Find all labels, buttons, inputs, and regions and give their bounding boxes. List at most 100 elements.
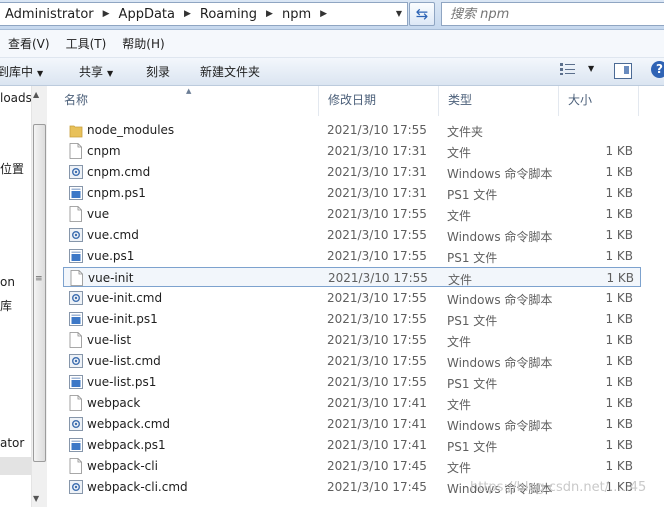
chevron-down-icon: ▼ <box>107 69 114 78</box>
change-view-button[interactable]: ▼ <box>560 62 594 75</box>
breadcrumb-item[interactable]: AppData <box>113 7 181 22</box>
column-date[interactable]: 修改日期 <box>319 86 439 116</box>
file-name: node_modules <box>87 123 175 137</box>
share-button[interactable]: 共享 ▼ <box>79 63 113 80</box>
address-history-dropdown[interactable]: ▼ <box>392 3 406 23</box>
search-box[interactable] <box>441 2 664 26</box>
file-icon <box>69 206 82 222</box>
nav-item[interactable]: 位置 <box>0 160 24 177</box>
file-row[interactable]: vue.ps1 2021/3/10 17:55 PS1 文件 1 KB <box>63 246 641 266</box>
chevron-right-icon[interactable]: ▶ <box>263 9 276 19</box>
ps1-file-icon <box>69 248 83 264</box>
file-name: vue.cmd <box>87 228 139 242</box>
ps1-file-icon <box>69 437 83 453</box>
file-type: 文件 <box>447 146 472 160</box>
cmd-script-icon <box>69 290 83 306</box>
file-size: 1 KB <box>605 333 633 347</box>
file-size: 1 KB <box>605 186 633 200</box>
file-date: 2021/3/10 17:55 <box>327 375 427 389</box>
watermark: https://blog.csdn.net/.....45 <box>470 480 647 495</box>
file-type: 文件夹 <box>447 125 484 139</box>
chevron-down-icon: ▼ <box>588 64 595 73</box>
file-row[interactable]: cnpm.ps1 2021/3/10 17:31 PS1 文件 1 KB <box>63 183 641 203</box>
chevron-right-icon[interactable]: ▶ <box>100 9 113 19</box>
breadcrumb[interactable]: Administrator ▶ AppData ▶ Roaming ▶ npm … <box>0 2 408 26</box>
chevron-down-icon: ▼ <box>37 69 44 78</box>
new-folder-button[interactable]: 新建文件夹 <box>200 63 260 80</box>
nav-item[interactable]: loads <box>0 91 31 105</box>
refresh-button[interactable]: ⇆ <box>409 2 435 26</box>
breadcrumb-item[interactable]: Administrator <box>0 7 100 22</box>
menu-tools[interactable]: 工具(T) <box>58 35 115 52</box>
file-type: 文件 <box>447 398 472 412</box>
file-date: 2021/3/10 17:55 <box>327 207 427 221</box>
file-row[interactable]: vue-init.cmd 2021/3/10 17:55 Windows 命令脚本 1… <box>63 288 641 308</box>
file-name: cnpm <box>87 144 121 158</box>
file-date: 2021/3/10 17:55 <box>327 228 427 242</box>
file-row[interactable]: vue-init 2021/3/10 17:55 文件 1 KB <box>63 267 641 287</box>
file-type: 文件 <box>447 209 472 223</box>
file-type: Windows 命令脚本 <box>447 230 553 244</box>
share-label: 共享 <box>79 65 104 79</box>
file-size: 1 KB <box>606 271 634 285</box>
nav-item[interactable]: ator <box>0 436 24 450</box>
scroll-up-icon[interactable]: ▲ <box>33 90 39 99</box>
menu-help[interactable]: 帮助(H) <box>114 35 172 52</box>
file-type: PS1 文件 <box>447 314 498 328</box>
file-size: 1 KB <box>605 417 633 431</box>
breadcrumb-item[interactable]: Roaming <box>194 7 263 22</box>
file-date: 2021/3/10 17:45 <box>327 480 427 494</box>
file-row[interactable]: vue-list 2021/3/10 17:55 文件 1 KB <box>63 330 641 350</box>
file-row[interactable]: webpack 2021/3/10 17:41 文件 1 KB <box>63 393 641 413</box>
file-row[interactable]: node_modules 2021/3/10 17:55 文件夹 <box>63 120 641 140</box>
file-row[interactable]: vue.cmd 2021/3/10 17:55 Windows 命令脚本 1 KB <box>63 225 641 245</box>
help-icon[interactable]: ? <box>651 61 664 78</box>
file-size: 1 KB <box>605 438 633 452</box>
cmd-script-icon <box>69 416 83 432</box>
file-row[interactable]: webpack-cli 2021/3/10 17:45 文件 1 KB <box>63 456 641 476</box>
file-name: vue.ps1 <box>87 249 135 263</box>
file-name: vue <box>87 207 110 221</box>
nav-item[interactable]: on <box>0 275 15 289</box>
column-size[interactable]: 大小 <box>559 86 639 116</box>
nav-item-highlight <box>0 457 31 475</box>
include-in-library-label: 到库中 <box>0 65 34 79</box>
grip-icon: ≡ <box>35 274 43 284</box>
file-row[interactable]: webpack.cmd 2021/3/10 17:41 Windows 命令脚本 1 … <box>63 414 641 434</box>
ps1-file-icon <box>69 311 83 327</box>
file-date: 2021/3/10 17:45 <box>327 459 427 473</box>
file-name: cnpm.cmd <box>87 165 151 179</box>
search-input[interactable] <box>442 5 632 23</box>
nav-item[interactable]: 库 <box>0 297 12 314</box>
file-row[interactable]: webpack.ps1 2021/3/10 17:41 PS1 文件 1 KB <box>63 435 641 455</box>
file-date: 2021/3/10 17:31 <box>327 144 427 158</box>
include-in-library-button[interactable]: 到库中 ▼ <box>0 63 43 80</box>
file-size: 1 KB <box>605 165 633 179</box>
file-type: Windows 命令脚本 <box>447 167 553 181</box>
file-size: 1 KB <box>605 144 633 158</box>
file-size: 1 KB <box>605 354 633 368</box>
file-row[interactable]: cnpm.cmd 2021/3/10 17:31 Windows 命令脚本 1 KB <box>63 162 641 182</box>
file-type: 文件 <box>448 273 473 287</box>
file-name: webpack <box>87 396 141 410</box>
menu-view[interactable]: 查看(V) <box>0 35 58 52</box>
breadcrumb-item[interactable]: npm <box>276 7 317 22</box>
file-name: vue-init.ps1 <box>87 312 158 326</box>
file-name: webpack.ps1 <box>87 438 166 452</box>
file-name: cnpm.ps1 <box>87 186 146 200</box>
burn-button[interactable]: 刻录 <box>146 63 170 80</box>
scrollbar-thumb[interactable] <box>33 124 46 462</box>
chevron-right-icon[interactable]: ▶ <box>181 9 194 19</box>
file-row[interactable]: cnpm 2021/3/10 17:31 文件 1 KB <box>63 141 641 161</box>
file-type: PS1 文件 <box>447 377 498 391</box>
ps1-file-icon <box>69 374 83 390</box>
file-row[interactable]: vue-list.cmd 2021/3/10 17:55 Windows 命令脚本 1… <box>63 351 641 371</box>
scroll-down-icon[interactable]: ▼ <box>33 494 39 503</box>
file-row[interactable]: vue 2021/3/10 17:55 文件 1 KB <box>63 204 641 224</box>
file-row[interactable]: vue-init.ps1 2021/3/10 17:55 PS1 文件 1 KB <box>63 309 641 329</box>
file-row[interactable]: vue-list.ps1 2021/3/10 17:55 PS1 文件 1 KB <box>63 372 641 392</box>
chevron-right-icon[interactable]: ▶ <box>317 9 330 19</box>
file-name: vue-init.cmd <box>87 291 163 305</box>
preview-pane-button[interactable] <box>614 63 632 79</box>
column-type[interactable]: 类型 <box>439 86 559 116</box>
